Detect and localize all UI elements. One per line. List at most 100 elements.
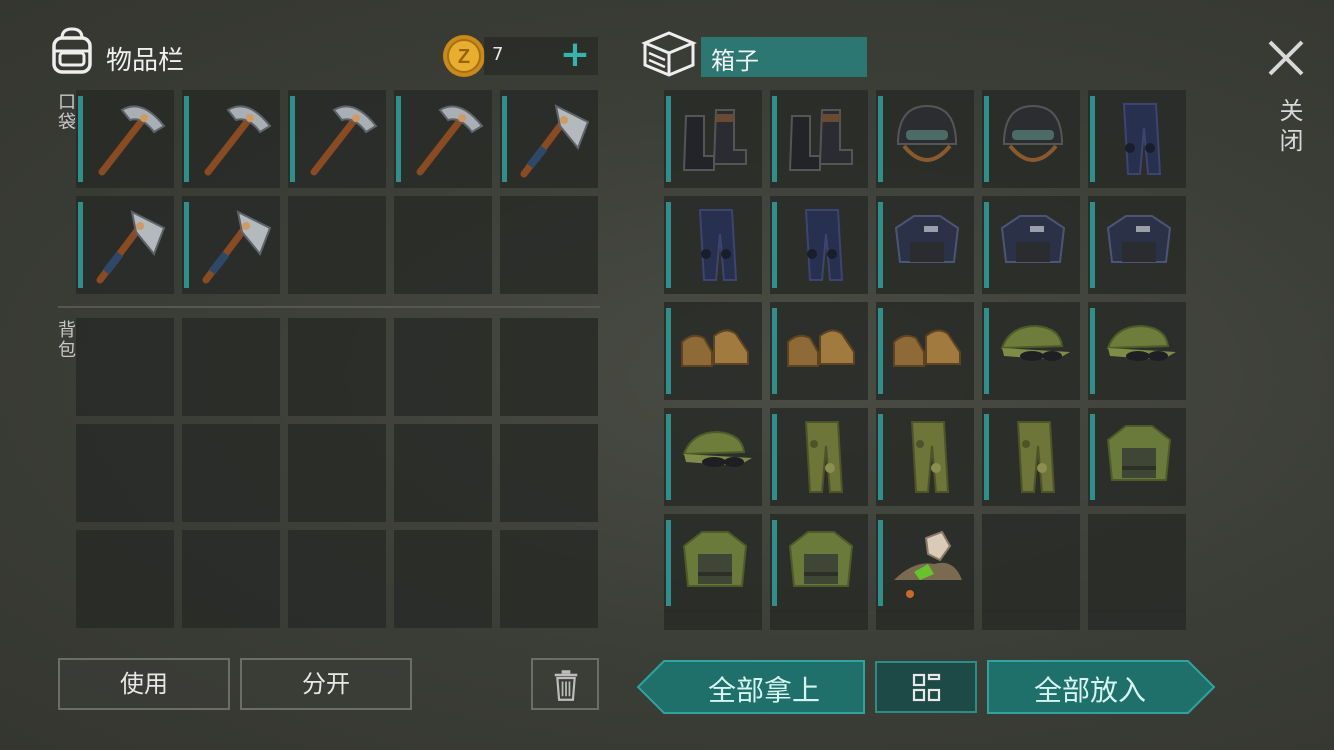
container-slot[interactable] <box>770 514 868 612</box>
container-slot[interactable] <box>982 302 1080 400</box>
pocket-slot[interactable] <box>500 90 598 188</box>
backpack-slot[interactable] <box>182 318 280 416</box>
camo-pants-icon <box>1016 421 1056 493</box>
camo-jacket-icon <box>788 531 854 587</box>
pocket-slot[interactable] <box>76 90 174 188</box>
camo-jacket-icon <box>682 531 748 587</box>
container-slot[interactable] <box>876 302 974 400</box>
pickaxe-icon <box>310 105 378 176</box>
container-slot[interactable] <box>1088 514 1186 612</box>
put-all-label: 全部放入 <box>1033 674 1146 707</box>
pickaxe-icon <box>416 105 484 176</box>
backpack-slot[interactable] <box>394 530 492 628</box>
backpack-slot[interactable] <box>500 318 598 416</box>
container-grid <box>664 90 1186 612</box>
container-slot[interactable] <box>664 514 762 612</box>
backpack-slot[interactable] <box>500 530 598 628</box>
pocket-slot[interactable] <box>76 196 174 294</box>
riot-helmet-icon <box>1002 104 1064 162</box>
container-slot[interactable] <box>770 196 868 294</box>
backpack-slot[interactable] <box>76 530 174 628</box>
container-slot[interactable] <box>770 408 868 506</box>
hatchet-icon <box>520 104 590 178</box>
tan-boots-icon <box>787 329 855 367</box>
coin-icon: Z <box>443 35 485 77</box>
pocket-slot[interactable] <box>500 196 598 294</box>
container-slot[interactable] <box>876 196 974 294</box>
pocket-slot[interactable] <box>394 90 492 188</box>
container-slot[interactable] <box>982 196 1080 294</box>
container-slot[interactable] <box>982 408 1080 506</box>
backpack-slot[interactable] <box>182 530 280 628</box>
backpack-slot[interactable] <box>500 424 598 522</box>
container-title-text: 箱子 <box>711 47 759 75</box>
pocket-grid <box>76 90 598 294</box>
container-slot[interactable] <box>664 90 762 188</box>
use-button[interactable]: 使用 <box>58 658 230 710</box>
sort-button[interactable] <box>875 661 977 713</box>
police-pants-icon <box>698 209 738 281</box>
container-slot[interactable] <box>876 408 974 506</box>
take-all-label: 全部拿上 <box>707 674 820 707</box>
container-slot[interactable] <box>876 90 974 188</box>
police-vest-icon <box>894 215 960 263</box>
pickaxe-icon <box>98 105 166 176</box>
pocket-slot[interactable] <box>394 196 492 294</box>
container-slot[interactable] <box>770 90 868 188</box>
container-slot[interactable] <box>1088 302 1186 400</box>
backpack-grid <box>76 318 598 628</box>
pocket-slot[interactable] <box>182 90 280 188</box>
backpack-slot[interactable] <box>288 318 386 416</box>
grid-sort-icon <box>912 673 941 702</box>
police-pants-icon <box>1122 103 1162 175</box>
trash-button[interactable] <box>531 658 599 710</box>
use-button-label: 使用 <box>120 670 168 698</box>
backpack-slot[interactable] <box>394 424 492 522</box>
close-label[interactable]: 关闭 <box>1272 98 1307 158</box>
inventory-title: 物品栏 <box>106 46 185 76</box>
divider <box>58 306 600 308</box>
split-button[interactable]: 分开 <box>240 658 412 710</box>
camo-cap-icon <box>1000 324 1070 361</box>
container-slot[interactable] <box>982 90 1080 188</box>
container-slot[interactable] <box>876 514 974 612</box>
backpack-slot[interactable] <box>288 530 386 628</box>
backpack-slot[interactable] <box>76 318 174 416</box>
container-slot[interactable] <box>770 302 868 400</box>
police-vest-icon <box>1000 215 1066 263</box>
police-vest-icon <box>1106 215 1172 263</box>
box-icon <box>641 31 697 77</box>
container-slot[interactable] <box>664 196 762 294</box>
pocket-slot[interactable] <box>288 90 386 188</box>
backpack-slot[interactable] <box>76 424 174 522</box>
hatchet-icon <box>96 210 166 284</box>
camo-pants-icon <box>804 421 844 493</box>
container-slot[interactable] <box>1088 90 1186 188</box>
pocket-label: 口袋 <box>55 92 76 132</box>
hatchet-icon <box>202 210 272 284</box>
container-scroll-hint[interactable] <box>664 610 1186 630</box>
add-coins-button[interactable]: + <box>558 36 592 74</box>
resource-pile-icon <box>894 530 962 598</box>
pocket-slot[interactable] <box>182 196 280 294</box>
container-slot[interactable] <box>982 514 1080 612</box>
backpack-slot[interactable] <box>288 424 386 522</box>
camo-cap-icon <box>682 430 752 467</box>
container-slot[interactable] <box>1088 196 1186 294</box>
camo-cap-icon <box>1106 324 1176 361</box>
svg-text:Z: Z <box>458 46 470 68</box>
container-title: 箱子 <box>701 37 867 77</box>
close-icon[interactable] <box>1262 34 1310 82</box>
backpack-slot[interactable] <box>182 424 280 522</box>
police-pants-icon <box>804 209 844 281</box>
tan-boots-icon <box>893 329 961 367</box>
police-boots-icon <box>788 109 853 171</box>
container-slot[interactable] <box>1088 408 1186 506</box>
container-slot[interactable] <box>664 302 762 400</box>
pocket-slot[interactable] <box>288 196 386 294</box>
tan-boots-icon <box>681 329 749 367</box>
backpack-slot[interactable] <box>394 318 492 416</box>
riot-helmet-icon <box>896 104 958 162</box>
camo-jacket-icon <box>1106 425 1172 481</box>
container-slot[interactable] <box>664 408 762 506</box>
